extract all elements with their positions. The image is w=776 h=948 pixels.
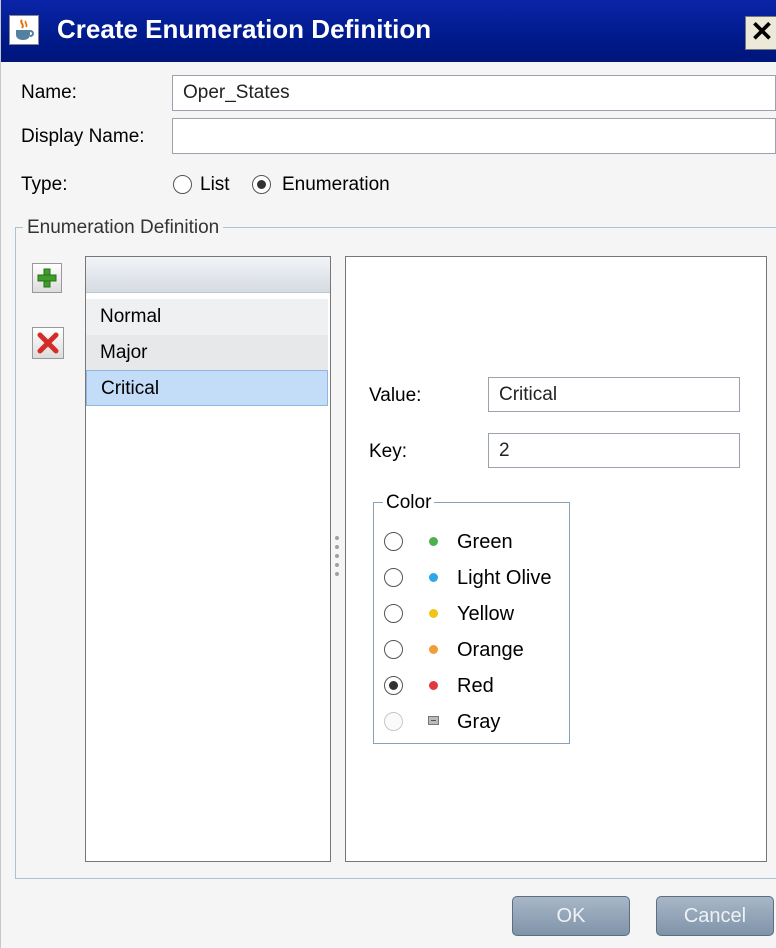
color-yellow-label[interactable]: Yellow xyxy=(457,603,514,626)
color-green-label[interactable]: Green xyxy=(457,531,513,554)
color-gray-radio xyxy=(384,712,403,731)
type-list-radio[interactable] xyxy=(173,175,192,194)
splitter-handle[interactable] xyxy=(335,536,341,584)
type-label: Type: xyxy=(21,174,68,195)
color-light-olive-radio[interactable] xyxy=(384,568,403,587)
value-field[interactable]: Critical xyxy=(488,377,740,412)
red-dot-icon xyxy=(429,681,438,690)
key-field[interactable]: 2 xyxy=(488,433,740,468)
yellow-dot-icon xyxy=(429,609,438,618)
color-group-title: Color xyxy=(383,492,435,514)
cancel-button[interactable]: Cancel xyxy=(656,896,774,936)
type-enumeration-radio[interactable] xyxy=(252,175,271,194)
close-icon: ✕ xyxy=(750,16,774,47)
add-icon xyxy=(37,268,57,288)
ok-button[interactable]: OK xyxy=(512,896,630,936)
enumeration-list[interactable]: Normal Major Critical xyxy=(85,256,331,862)
color-red-radio[interactable] xyxy=(384,676,403,695)
list-header xyxy=(86,257,330,293)
list-item[interactable]: Major xyxy=(86,335,328,371)
color-gray-label: Gray xyxy=(457,711,501,733)
title-bar[interactable]: Create Enumeration Definition ✕ xyxy=(1,0,776,62)
light-olive-dot-icon xyxy=(429,573,438,582)
create-enumeration-dialog: Create Enumeration Definition ✕ Name: Op… xyxy=(0,0,776,948)
color-green-radio[interactable] xyxy=(384,532,403,551)
window-title: Create Enumeration Definition xyxy=(57,14,432,44)
list-item[interactable]: Critical xyxy=(86,370,328,406)
delete-item-button[interactable] xyxy=(32,327,64,359)
orange-dot-icon xyxy=(429,645,438,654)
list-item[interactable]: Normal xyxy=(86,299,328,335)
add-item-button[interactable] xyxy=(32,263,62,293)
enumeration-definition-title: Enumeration Definition xyxy=(23,217,224,239)
color-red-label[interactable]: Red xyxy=(457,675,494,698)
color-yellow-radio[interactable] xyxy=(384,604,403,623)
name-field[interactable]: Oper_States xyxy=(172,75,776,111)
display-name-label: Display Name: xyxy=(21,126,145,147)
green-dot-icon xyxy=(429,537,438,546)
color-orange-label[interactable]: Orange xyxy=(457,639,524,662)
color-orange-radio[interactable] xyxy=(384,640,403,659)
gray-square-icon xyxy=(428,716,439,725)
color-light-olive-label[interactable]: Light Olive xyxy=(457,567,552,590)
type-list-label[interactable]: List xyxy=(200,174,230,196)
name-label: Name: xyxy=(21,82,77,103)
close-button[interactable]: ✕ xyxy=(745,16,776,50)
type-enumeration-label[interactable]: Enumeration xyxy=(282,174,390,196)
java-cup-icon xyxy=(9,15,39,45)
key-label: Key: xyxy=(369,441,408,462)
delete-icon xyxy=(37,332,59,354)
value-label: Value: xyxy=(369,385,422,406)
display-name-field[interactable] xyxy=(172,118,776,154)
